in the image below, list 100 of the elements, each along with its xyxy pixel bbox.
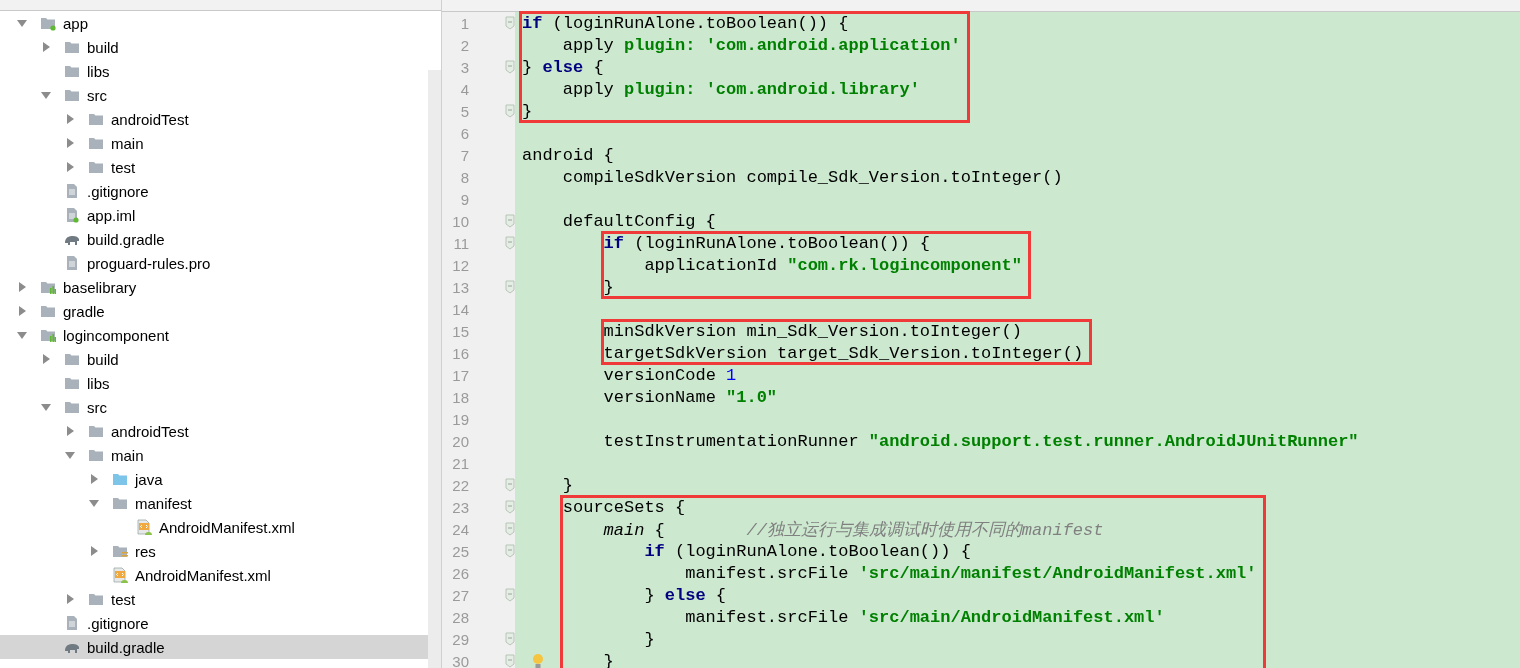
tree-item[interactable]: manifest — [0, 491, 428, 515]
tree-item-label: main — [111, 446, 144, 464]
folder-icon — [40, 279, 56, 295]
expand-arrow-icon[interactable] — [16, 305, 28, 317]
line-number: 17 — [451, 366, 469, 384]
expand-arrow-icon[interactable] — [16, 281, 28, 293]
line-number: 29 — [451, 630, 469, 648]
fold-marker-icon[interactable] — [505, 214, 515, 228]
tree-item[interactable]: androidTest — [0, 419, 428, 443]
tree-item[interactable]: main — [0, 131, 428, 155]
code-line: apply plugin: 'com.android.library' — [562, 79, 920, 99]
code-line: apply plugin: 'com.android.application' — [562, 35, 961, 55]
expand-arrow-icon[interactable] — [16, 329, 28, 341]
expand-arrow-icon[interactable] — [88, 473, 100, 485]
fold-marker-icon[interactable] — [505, 478, 515, 492]
tree-item[interactable]: res — [0, 539, 428, 563]
code-line: android { — [522, 145, 614, 165]
tree-item[interactable]: app — [0, 11, 428, 35]
line-number: 26 — [451, 564, 469, 582]
line-number: 24 — [451, 520, 469, 538]
expand-arrow-icon[interactable] — [64, 113, 76, 125]
line-number: 25 — [451, 542, 469, 560]
tree-item[interactable]: AndroidManifest.xml — [0, 563, 428, 587]
line-number: 5 — [459, 102, 469, 120]
fold-marker-icon[interactable] — [505, 632, 515, 646]
fold-marker-icon[interactable] — [505, 60, 515, 74]
expand-arrow-icon[interactable] — [88, 497, 100, 509]
tree-item[interactable]: build.gradle — [0, 227, 428, 251]
file-icon — [64, 255, 80, 271]
expand-arrow-icon[interactable] — [64, 161, 76, 173]
expand-arrow-icon[interactable] — [64, 593, 76, 605]
fold-marker-icon[interactable] — [505, 522, 515, 536]
fold-marker-icon[interactable] — [505, 236, 515, 250]
tree-item[interactable]: build — [0, 347, 428, 371]
tree-item[interactable]: libs — [0, 59, 428, 83]
line-number: 12 — [451, 256, 469, 274]
expand-arrow-icon[interactable] — [40, 353, 52, 365]
expand-arrow-icon[interactable] — [64, 137, 76, 149]
tree-item-label: AndroidManifest.xml — [135, 566, 271, 584]
code-line: versionCode 1 — [603, 365, 737, 385]
line-number: 14 — [451, 300, 469, 318]
code-line: sourceSets { — [562, 497, 686, 517]
lightbulb-icon[interactable] — [532, 653, 544, 668]
tree-item-label: res — [135, 542, 156, 560]
tree-item[interactable]: build — [0, 35, 428, 59]
expand-arrow-icon[interactable] — [16, 17, 28, 29]
fold-marker-icon[interactable] — [505, 500, 515, 514]
tree-item[interactable]: logincomponent — [0, 323, 428, 347]
file-icon — [64, 183, 80, 199]
tree-item[interactable]: baselibrary — [0, 275, 428, 299]
tree-item[interactable]: gradle — [0, 299, 428, 323]
tree-item-label: app.iml — [87, 206, 136, 224]
tree-item[interactable]: .gitignore — [0, 611, 428, 635]
expand-arrow-icon[interactable] — [40, 401, 52, 413]
line-number: 4 — [459, 80, 469, 98]
code-line: testInstrumentationRunner "android.support.test.runner.AndroidJUnitRunner" — [603, 431, 1359, 451]
tree-item[interactable]: src — [0, 83, 428, 107]
file-icon — [64, 615, 80, 631]
expand-arrow-icon[interactable] — [40, 89, 52, 101]
fold-marker-icon[interactable] — [505, 588, 515, 602]
code-line: applicationId "com.rk.logincomponent" — [644, 255, 1022, 275]
tree-item[interactable]: app.iml — [0, 203, 428, 227]
folder-icon — [40, 303, 56, 319]
line-number: 28 — [451, 608, 469, 626]
tree-item-label: build — [87, 38, 119, 56]
tree-item[interactable]: .gitignore — [0, 179, 428, 203]
tree-item[interactable]: build.gradle — [0, 635, 428, 659]
line-number: 23 — [451, 498, 469, 516]
expand-arrow-icon[interactable] — [88, 545, 100, 557]
file-icon — [64, 207, 80, 223]
folder-icon — [88, 591, 104, 607]
folder-icon — [64, 375, 80, 391]
expand-arrow-icon[interactable] — [64, 449, 76, 461]
tree-item-label: .gitignore — [87, 182, 149, 200]
folder-icon — [88, 135, 104, 151]
folder-icon — [64, 399, 80, 415]
tree-item[interactable]: test — [0, 155, 428, 179]
tree-item[interactable]: libs — [0, 371, 428, 395]
folder-icon — [64, 39, 80, 55]
tree-item-label: app — [63, 14, 89, 32]
fold-marker-icon[interactable] — [505, 280, 515, 294]
scrollbar[interactable] — [428, 70, 441, 668]
folder-icon — [88, 159, 104, 175]
expand-arrow-icon[interactable] — [64, 425, 76, 437]
tree-item[interactable]: test — [0, 587, 428, 611]
tree-item[interactable]: java — [0, 467, 428, 491]
folder-icon — [112, 543, 128, 559]
code-line: manifest.srcFile 'src/main/manifest/AndroidManifest.xml' — [685, 563, 1257, 583]
tree-item[interactable]: proguard-rules.pro — [0, 251, 428, 275]
fold-marker-icon[interactable] — [505, 16, 515, 30]
fold-marker-icon[interactable] — [505, 104, 515, 118]
fold-marker-icon[interactable] — [505, 544, 515, 558]
fold-marker-icon[interactable] — [505, 654, 515, 668]
tree-item[interactable]: main — [0, 443, 428, 467]
tree-item-label: AndroidManifest.xml — [159, 518, 295, 536]
code-line: } else { — [522, 57, 604, 77]
tree-item[interactable]: AndroidManifest.xml — [0, 515, 428, 539]
tree-item[interactable]: src — [0, 395, 428, 419]
tree-item[interactable]: androidTest — [0, 107, 428, 131]
expand-arrow-icon[interactable] — [40, 41, 52, 53]
